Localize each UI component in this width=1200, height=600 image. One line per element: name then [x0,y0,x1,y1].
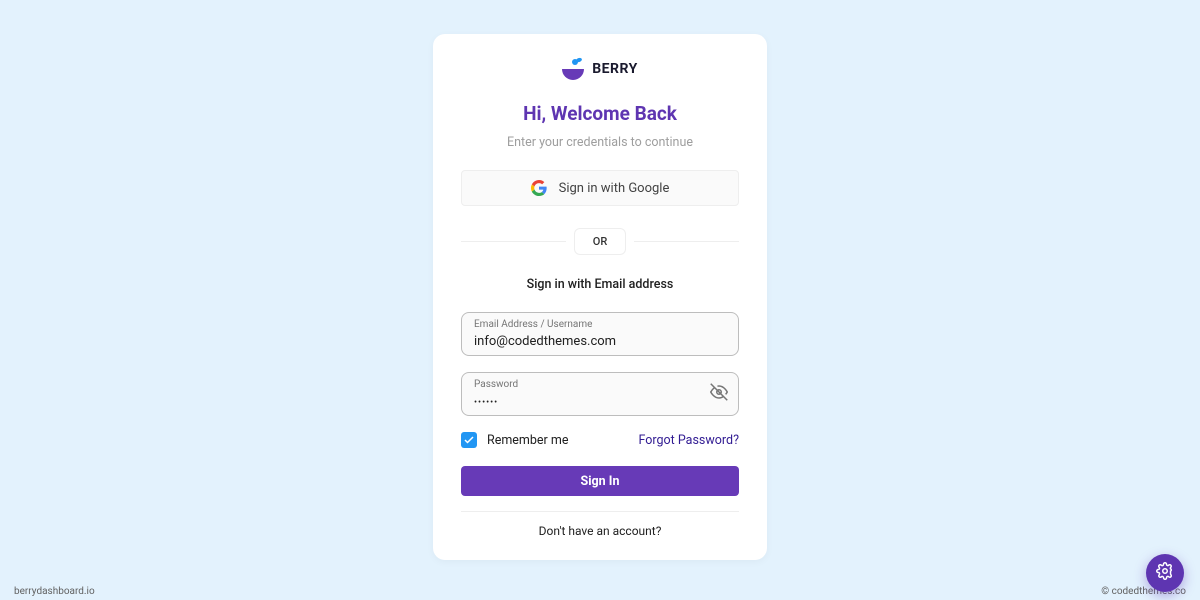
brand-name: BERRY [592,61,638,77]
password-field-label: Password [474,379,726,390]
footer-left[interactable]: berrydashboard.io [14,586,95,597]
page-title: Hi, Welcome Back [461,102,739,125]
email-field-wrapper[interactable]: Email Address / Username [461,312,739,356]
email-field[interactable] [474,334,726,349]
google-signin-label: Sign in with Google [559,181,670,196]
divider-chip: OR [574,228,627,255]
eye-off-icon[interactable] [710,383,728,405]
brand-row: BERRY [461,58,739,80]
google-icon [531,180,547,196]
login-card: BERRY Hi, Welcome Back Enter your creden… [433,34,767,560]
divider-line-right [634,241,739,242]
email-signin-heading: Sign in with Email address [461,277,739,292]
password-field[interactable] [474,398,698,408]
remember-me-checkbox[interactable] [461,432,477,448]
no-account-link[interactable]: Don't have an account? [461,524,739,538]
gear-icon [1156,562,1174,584]
email-field-label: Email Address / Username [474,319,726,330]
bottom-divider [461,511,739,512]
divider-row: OR [461,228,739,255]
settings-fab[interactable] [1146,554,1184,592]
signin-button[interactable]: Sign In [461,466,739,496]
password-field-wrapper[interactable]: Password [461,372,739,416]
page-subtitle: Enter your credentials to continue [461,135,739,150]
divider-line-left [461,241,566,242]
google-signin-button[interactable]: Sign in with Google [461,170,739,206]
remember-me-label: Remember me [487,433,568,448]
brand-logo-icon [562,58,584,80]
remember-forgot-row: Remember me Forgot Password? [461,432,739,448]
remember-me-group[interactable]: Remember me [461,432,568,448]
forgot-password-link[interactable]: Forgot Password? [639,433,740,448]
